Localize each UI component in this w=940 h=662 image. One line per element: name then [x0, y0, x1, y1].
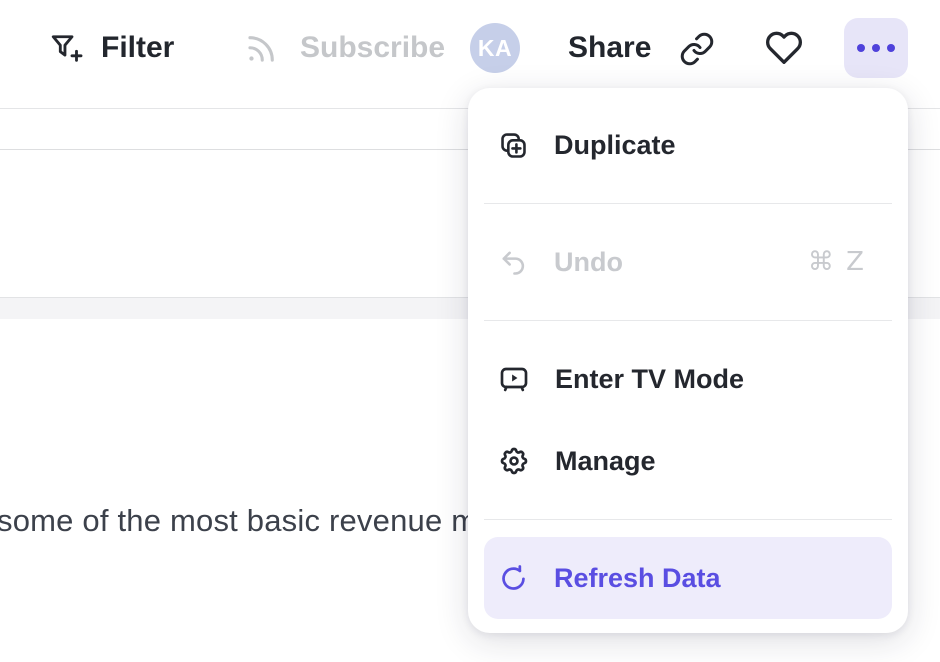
menu-divider: [484, 203, 892, 204]
refresh-icon: [498, 563, 529, 594]
copy-link-button[interactable]: [679, 27, 715, 71]
menu-item-undo: Undo ⌘ Z: [484, 221, 892, 303]
menu-item-label: Refresh Data: [554, 565, 721, 592]
menu-item-refresh-data[interactable]: Refresh Data: [484, 537, 892, 619]
avatar[interactable]: KA: [470, 23, 520, 73]
menu-item-enter-tv-mode[interactable]: Enter TV Mode: [484, 338, 892, 420]
menu-item-duplicate[interactable]: Duplicate: [484, 104, 892, 186]
filter-plus-icon: [48, 30, 84, 66]
dashboard-toolbar: Filter Subscribe KA Share: [0, 0, 940, 96]
rss-icon: [243, 30, 280, 67]
favorite-button[interactable]: [763, 25, 805, 71]
share-link-icon: [679, 31, 715, 67]
undo-shortcut: ⌘ Z: [808, 247, 866, 277]
filter-button[interactable]: Filter: [48, 24, 174, 72]
menu-divider: [484, 519, 892, 520]
undo-icon: [498, 247, 529, 278]
subscribe-label: Subscribe: [300, 33, 445, 63]
duplicate-icon: [498, 130, 529, 161]
menu-item-label: Manage: [555, 448, 656, 475]
more-options-menu: Duplicate Undo ⌘ Z Enter TV Mode: [468, 88, 908, 633]
gear-icon: [498, 445, 530, 477]
menu-item-label: Duplicate: [554, 132, 676, 159]
avatar-initials: KA: [478, 35, 512, 62]
ellipsis-icon: [857, 44, 895, 52]
filter-label: Filter: [101, 33, 174, 63]
subscribe-button[interactable]: Subscribe: [243, 24, 445, 72]
menu-item-label: Undo: [554, 249, 623, 276]
heart-icon: [763, 27, 805, 69]
tv-icon: [498, 363, 530, 395]
menu-item-label: Enter TV Mode: [555, 366, 744, 393]
share-button[interactable]: Share: [568, 24, 651, 72]
more-options-button[interactable]: [844, 18, 908, 78]
dashboard-text-snippet: some of the most basic revenue m: [0, 503, 477, 539]
menu-divider: [484, 320, 892, 321]
share-label: Share: [568, 33, 651, 63]
menu-item-manage[interactable]: Manage: [484, 420, 892, 502]
